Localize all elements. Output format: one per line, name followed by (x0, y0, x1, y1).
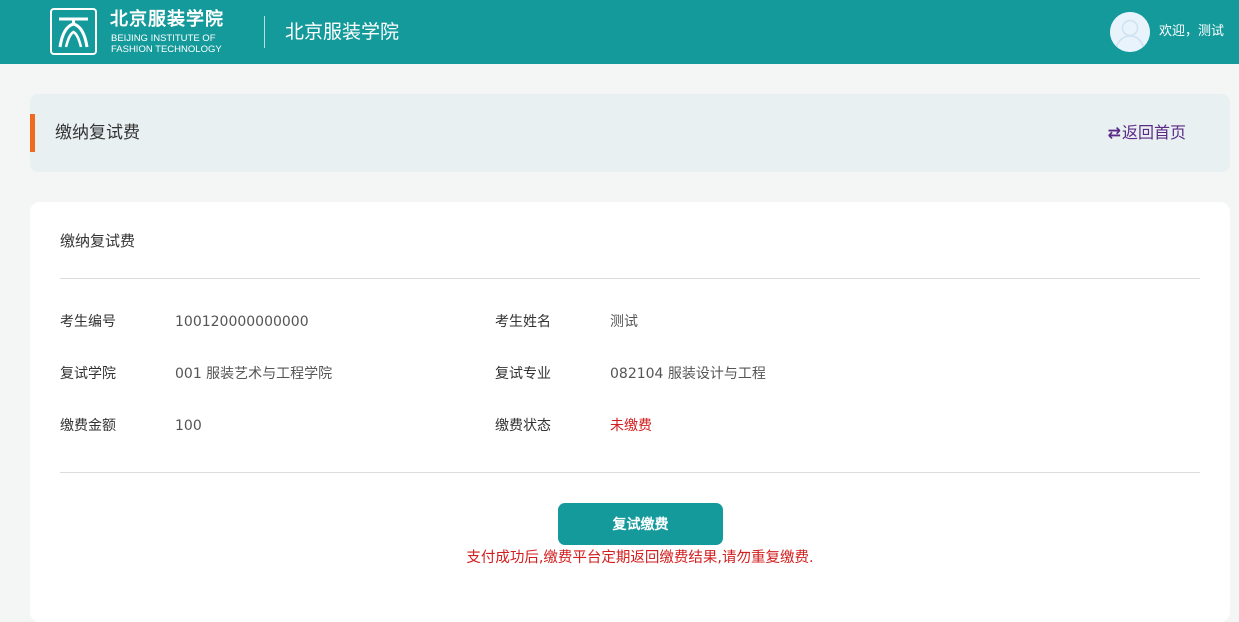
swap-arrows-icon: ⇄ (1107, 123, 1121, 142)
page-title-bar: 缴纳复试费 ⇄返回首页 (30, 94, 1230, 172)
school-emblem-icon (50, 8, 97, 55)
top-header: 北京服装学院 BEIJING INSTITUTE OF FASHION TECH… (0, 0, 1239, 64)
fee-amount-label: 缴费金额 (60, 418, 116, 434)
retest-college-label: 复试学院 (60, 366, 116, 382)
card-divider-bottom (60, 472, 1200, 473)
candidate-name-value: 测试 (610, 314, 638, 330)
fee-amount-value: 100 (175, 418, 202, 434)
retest-pay-button[interactable]: 复试缴费 (558, 503, 723, 545)
candidate-id-value: 100120000000000 (175, 314, 309, 330)
payment-status-label: 缴费状态 (495, 418, 551, 434)
header-divider (264, 16, 265, 48)
title-accent-bar (30, 114, 35, 152)
payment-notice: 支付成功后,缴费平台定期返回缴费结果,请勿重复缴费. (466, 550, 814, 566)
payment-status-value: 未缴费 (610, 418, 652, 434)
user-avatar-icon[interactable] (1110, 12, 1150, 52)
payment-card: 缴纳复试费 考生编号 100120000000000 考生姓名 测试 复试学院 … (30, 202, 1230, 622)
welcome-user-text[interactable]: 欢迎，测试 (1159, 22, 1224, 42)
logo-english-line-1: BEIJING INSTITUTE OF (111, 33, 216, 44)
retest-college-value: 001 服装艺术与工程学院 (175, 366, 333, 382)
page-title: 缴纳复试费 (55, 123, 140, 143)
card-title: 缴纳复试费 (60, 232, 136, 250)
retest-major-label: 复试专业 (495, 366, 551, 382)
candidate-name-label: 考生姓名 (495, 314, 551, 330)
logo-english-name: BEIJING INSTITUTE OF FASHION TECHNOLOGY (111, 33, 222, 55)
logo-chinese-name: 北京服装学院 (110, 9, 224, 30)
back-to-home-link[interactable]: ⇄返回首页 (1108, 121, 1186, 145)
header-title: 北京服装学院 (285, 21, 400, 43)
card-divider-top (60, 278, 1200, 279)
candidate-id-label: 考生编号 (60, 314, 116, 330)
retest-major-value: 082104 服装设计与工程 (610, 366, 766, 382)
school-logo[interactable]: 北京服装学院 BEIJING INSTITUTE OF FASHION TECH… (50, 8, 226, 56)
logo-english-line-2: FASHION TECHNOLOGY (111, 44, 222, 55)
back-to-home-label: 返回首页 (1121, 123, 1186, 142)
